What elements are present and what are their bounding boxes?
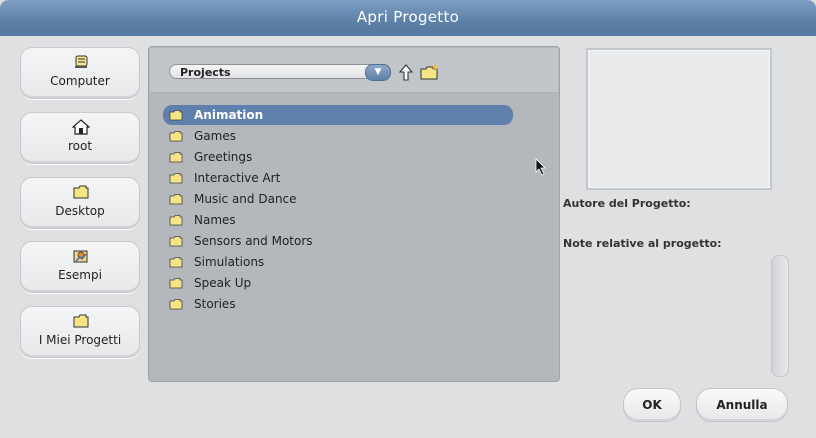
file-name: Simulations [194, 255, 265, 269]
shortcut-computer-button[interactable]: Computer [20, 47, 140, 99]
shortcut-label: Desktop [55, 204, 105, 218]
file-list-item[interactable]: Sensors and Motors [163, 231, 513, 251]
file-list-item[interactable]: Names [163, 210, 513, 230]
file-list-item[interactable]: Games [163, 126, 513, 146]
author-label: Autore del Progetto: [563, 197, 691, 210]
notes-label: Note relative al progetto: [563, 237, 722, 250]
file-list-item[interactable]: Greetings [163, 147, 513, 167]
folder-icon [169, 152, 183, 163]
shortcut-label: root [67, 139, 93, 153]
folder-icon [73, 314, 89, 328]
file-list-item[interactable]: Speak Up [163, 273, 513, 293]
ok-button[interactable]: OK [623, 388, 681, 422]
file-list-item[interactable]: Simulations [163, 252, 513, 272]
file-list-item[interactable]: Interactive Art [163, 168, 513, 188]
location-dropdown[interactable]: Projects ▼ [169, 64, 391, 81]
file-name: Music and Dance [194, 192, 297, 206]
folder-icon [169, 299, 183, 310]
folder-icon [169, 131, 183, 142]
file-list-item[interactable]: Stories [163, 294, 513, 314]
file-name: Games [194, 129, 236, 143]
folder-icon [169, 257, 183, 268]
shortcut-my-projects-button[interactable]: I Miei Progetti [20, 306, 140, 358]
file-name: Stories [194, 297, 236, 311]
shortcut-root-button[interactable]: root [20, 112, 140, 164]
browser-toolbar: Projects ▼ [150, 48, 558, 93]
file-name: Interactive Art [194, 171, 281, 185]
examples-icon [73, 250, 88, 263]
shortcut-label: Computer [50, 74, 110, 88]
file-name: Greetings [194, 150, 253, 164]
file-list-item[interactable]: Animation [163, 105, 513, 125]
new-folder-icon[interactable] [420, 64, 439, 80]
mouse-cursor-icon [535, 158, 546, 176]
folder-icon [169, 110, 183, 121]
computer-icon [75, 55, 88, 68]
project-thumbnail [586, 48, 772, 190]
folder-icon [169, 215, 183, 226]
folder-icon [169, 278, 183, 289]
folder-icon [169, 173, 183, 184]
cancel-button[interactable]: Annulla [696, 388, 788, 422]
home-icon [72, 119, 90, 135]
folder-icon [73, 185, 89, 199]
folder-icon [169, 194, 183, 205]
file-name: Sensors and Motors [194, 234, 313, 248]
notes-scrollbar[interactable] [771, 255, 789, 377]
folder-icon [169, 236, 183, 247]
shortcut-label: Esempi [58, 268, 102, 282]
shortcut-examples-button[interactable]: Esempi [20, 241, 140, 293]
chevron-down-icon[interactable]: ▼ [365, 64, 391, 81]
up-folder-icon[interactable] [398, 64, 414, 81]
file-name: Speak Up [194, 276, 252, 290]
location-value: Projects [180, 66, 231, 79]
shortcut-label: I Miei Progetti [38, 333, 122, 347]
file-browser-panel: Projects ▼ Animation Games Greetings Int… [148, 46, 560, 382]
dialog-title: Apri Progetto [0, 0, 816, 36]
file-list-item[interactable]: Music and Dance [163, 189, 513, 209]
file-name: Animation [194, 108, 264, 122]
shortcut-desktop-button[interactable]: Desktop [20, 177, 140, 229]
file-name: Names [194, 213, 236, 227]
open-project-dialog: Apri Progetto Computer root Desktop Esem… [0, 0, 816, 438]
